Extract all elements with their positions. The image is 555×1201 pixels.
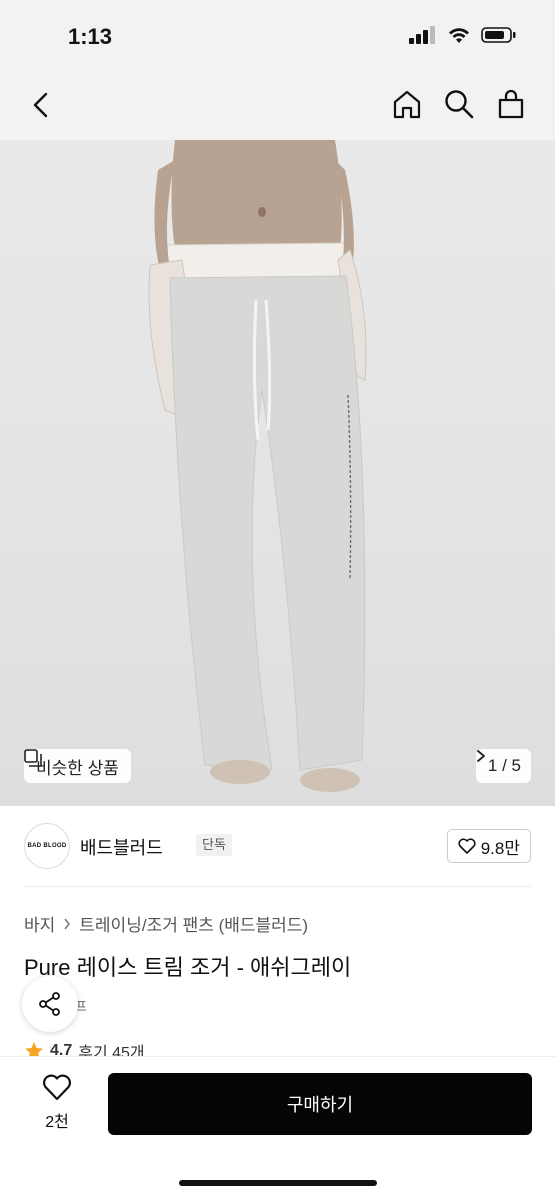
brand-row: BAD BLOOD 배드블러드 단독 9.8만 (24, 823, 531, 869)
divider (24, 886, 531, 887)
nav-bar (0, 70, 555, 140)
heart-icon (458, 838, 476, 854)
back-button[interactable] (28, 90, 56, 120)
cart-button[interactable] (495, 88, 527, 120)
similar-products-button[interactable]: 비슷한 상품 (24, 749, 131, 783)
home-icon (393, 90, 421, 119)
share-icon (39, 992, 60, 1016)
signal-icon (409, 26, 435, 44)
search-button[interactable] (443, 88, 475, 120)
breadcrumb: 바지 트레이닝/조거 팬츠 (배드블러드) (24, 911, 308, 936)
chevron-right-icon (477, 750, 485, 762)
shopping-bag-icon (498, 89, 524, 119)
home-button[interactable] (391, 88, 423, 120)
wishlist-count: 2천 (45, 1114, 69, 1131)
breadcrumb-subcategory[interactable]: 트레이닝/조거 팬츠 (배드블러드) (79, 911, 308, 936)
nav-actions (391, 88, 527, 120)
image-page-indicator[interactable]: 1 / 5 (475, 749, 531, 783)
similar-items-icon (24, 749, 42, 767)
exclusive-badge: 단독 (196, 834, 232, 856)
status-bar: 1:13 (0, 0, 555, 70)
battery-icon (481, 27, 516, 43)
brand-logo[interactable]: BAD BLOOD (24, 823, 70, 869)
search-icon (445, 90, 474, 119)
similar-products-label: 비슷한 상품 (36, 758, 119, 778)
product-photo (148, 140, 367, 792)
chevron-right-icon (64, 918, 71, 929)
status-time: 1:13 (68, 24, 113, 49)
breadcrumb-category[interactable]: 바지 (24, 911, 55, 936)
heart-icon (43, 1074, 71, 1101)
chevron-left-icon (33, 92, 48, 118)
wishlist-button[interactable]: 2천 (30, 1073, 84, 1132)
brand-like-count: 9.8만 (480, 838, 520, 858)
brand-like-button[interactable]: 9.8만 (446, 829, 531, 863)
share-button[interactable] (22, 976, 78, 1032)
brand-name[interactable]: 배드블러드 (80, 834, 163, 860)
status-icons (409, 26, 517, 44)
buy-button[interactable]: 구매하기 (108, 1073, 532, 1135)
image-page-text: 1 / 5 (487, 756, 521, 775)
product-title: Pure 레이스 트림 조거 - 애쉬그레이 (24, 955, 352, 980)
product-image-carousel[interactable]: 비슷한 상품 1 / 5 (0, 140, 555, 806)
wifi-icon (449, 28, 469, 43)
home-indicator (179, 1180, 377, 1186)
